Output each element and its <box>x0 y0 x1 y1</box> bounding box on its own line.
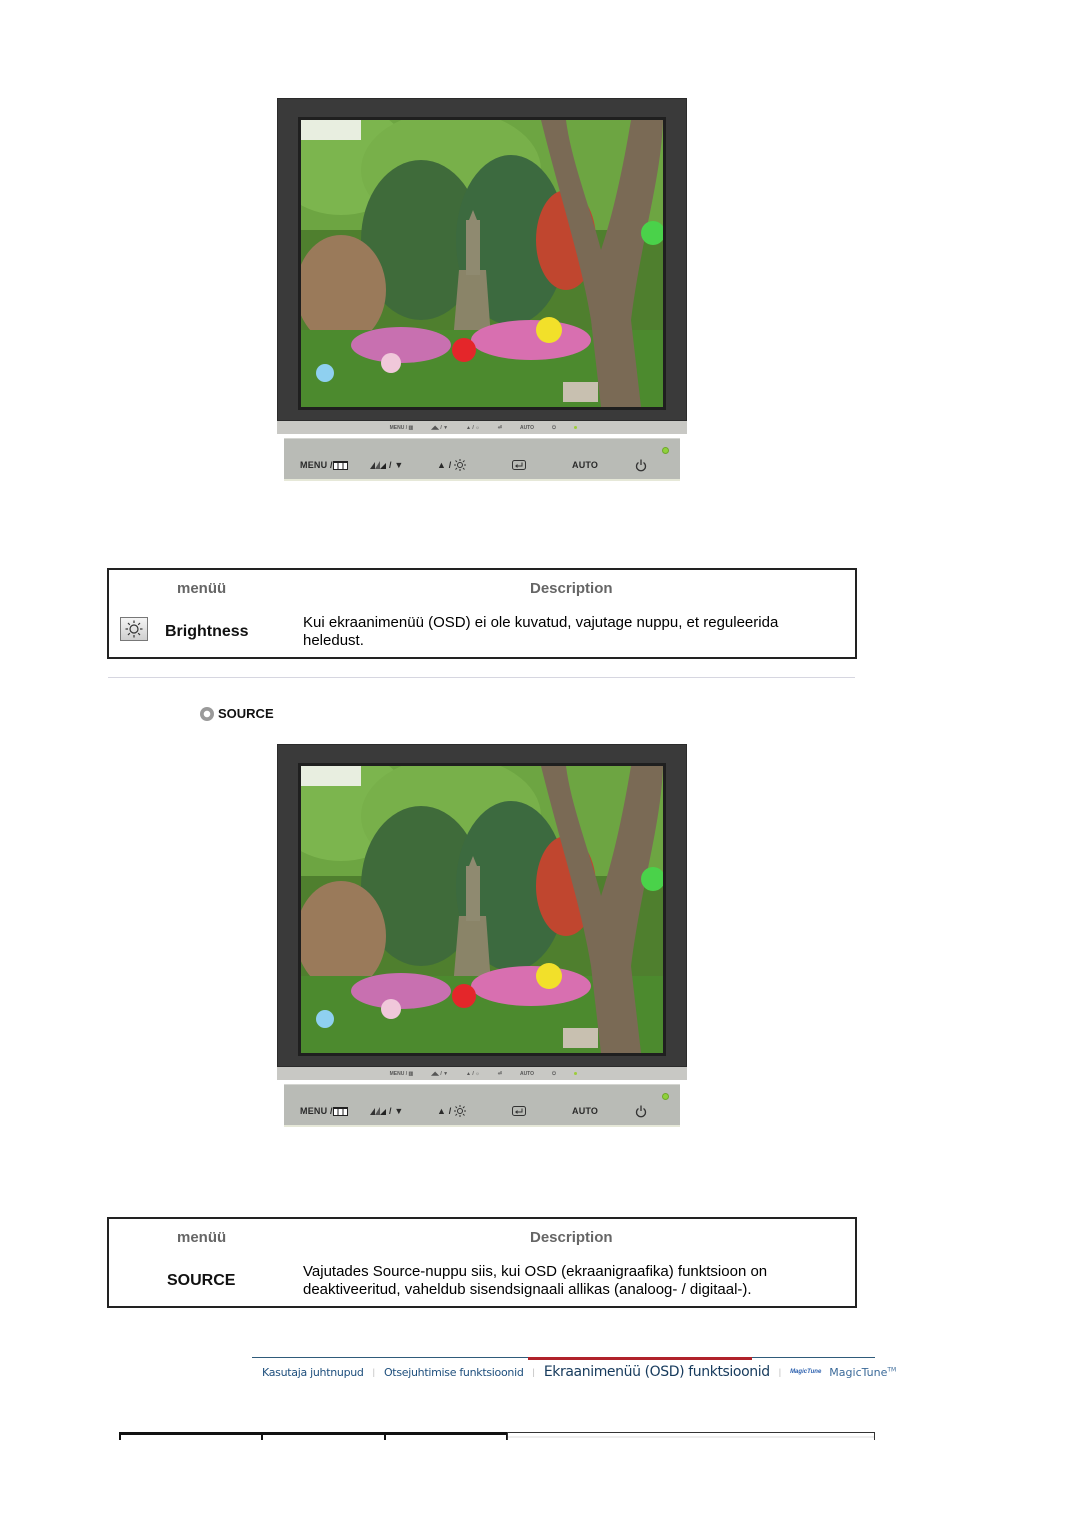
monitor-illustration-brightness: MENU / ▥ ◢◣ / ▼ ▲ / ☼ ⏎ AUTO ⏻ MENU / / … <box>277 98 687 483</box>
nav-separator: | <box>778 1367 782 1377</box>
brightness-description: Kui ekraanimenüü (OSD) ei ole kuvatud, v… <box>303 614 779 649</box>
power-led <box>663 1094 668 1099</box>
brightness-sun-icon <box>120 617 148 641</box>
strip-label-brightness: ▲ / ☼ <box>466 1070 480 1077</box>
garden-photo <box>301 766 663 1053</box>
footer-tab-cell <box>384 1432 507 1440</box>
auto-button[interactable]: AUTO <box>572 1104 598 1118</box>
magicbright-icon <box>370 1107 386 1115</box>
footer-tab-cell <box>507 1432 875 1440</box>
menu-item-brightness: Brightness <box>165 623 249 640</box>
menu-item-source: SOURCE <box>167 1272 236 1289</box>
nav-separator: | <box>532 1367 535 1377</box>
enter-icon <box>512 460 526 470</box>
power-button[interactable] <box>635 1104 647 1118</box>
enter-source-button[interactable] <box>512 1104 526 1118</box>
monitor-screen-photo <box>298 117 666 410</box>
control-panel-closeup: MENU / / ▼ ▲ / AUTO <box>284 438 680 481</box>
bottom-navigation: Kasutaja juhtnupud | Otsejuhtimise funkt… <box>252 1357 896 1387</box>
brightness-icon <box>453 459 466 471</box>
auto-button-label: AUTO <box>572 460 599 470</box>
column-header-menu: menüü <box>177 1229 227 1246</box>
enter-icon <box>512 1106 526 1116</box>
strip-label-enter: ⏎ <box>497 424 502 431</box>
column-header-description: Description <box>530 1229 613 1246</box>
power-button[interactable] <box>635 458 647 472</box>
power-led <box>663 448 668 453</box>
up-brightness-label: ▲ / <box>437 460 452 470</box>
magicbright-down-label: / ▼ <box>389 460 404 470</box>
footer-table-edge <box>119 1432 875 1440</box>
strip-label-menu: MENU / ▥ <box>389 1070 414 1077</box>
source-section-heading: SOURCE <box>200 706 274 721</box>
monitor-front-strip: MENU / ▥ ◢◣ / ▼ ▲ / ☼ ⏎ AUTO ⏻ <box>277 1067 687 1080</box>
strip-label-magicbright: ◢◣ / ▼ <box>431 424 449 431</box>
enter-source-button[interactable] <box>512 458 526 472</box>
monitor-bezel <box>277 744 687 1067</box>
strip-label-magicbright: ◢◣ / ▼ <box>431 1070 449 1077</box>
source-info-table: menüü Description SOURCE Vajutades Sourc… <box>107 1217 857 1308</box>
column-header-description: Description <box>530 580 613 597</box>
magicbright-down-button[interactable]: / ▼ <box>370 458 404 472</box>
strip-label-menu: MENU / ▥ <box>389 424 414 431</box>
magicbright-down-label: / ▼ <box>389 1106 404 1116</box>
nav-link-direct-functions[interactable]: Otsejuhtimise funktsioonid <box>384 1366 524 1379</box>
strip-power-led <box>574 1072 577 1075</box>
circle-bullet-icon <box>200 706 214 721</box>
up-brightness-button[interactable]: ▲ / <box>437 1104 466 1118</box>
nav-active-indicator <box>528 1357 752 1360</box>
source-heading-text: SOURCE <box>218 706 274 721</box>
monitor-front-strip: MENU / ▥ ◢◣ / ▼ ▲ / ☼ ⏎ AUTO ⏻ <box>277 421 687 434</box>
menu-grid-icon <box>332 460 348 470</box>
monitor-screen-photo <box>298 763 666 1056</box>
up-brightness-button[interactable]: ▲ / <box>437 458 466 472</box>
strip-label-power: ⏻ <box>552 1070 556 1077</box>
column-header-menu: menüü <box>177 580 227 597</box>
section-divider <box>108 677 855 678</box>
monitor-illustration-source: MENU / ▥ ◢◣ / ▼ ▲ / ☼ ⏎ AUTO ⏻ MENU / / … <box>277 744 687 1129</box>
power-icon <box>635 1105 647 1117</box>
footer-tab-cell <box>119 1432 261 1440</box>
magicbright-icon <box>370 461 386 469</box>
menu-grid-icon <box>332 1106 348 1116</box>
footer-tab-cell <box>261 1432 384 1440</box>
magicbright-down-button[interactable]: / ▼ <box>370 1104 404 1118</box>
auto-button-label: AUTO <box>572 1106 599 1116</box>
strip-label-auto: AUTO <box>519 1070 535 1077</box>
strip-label-auto: AUTO <box>519 424 535 431</box>
strip-label-enter: ⏎ <box>497 1070 502 1077</box>
brightness-icon <box>453 1105 466 1117</box>
nav-link-magictune[interactable]: MagicTuneTM <box>829 1366 896 1379</box>
menu-button[interactable]: MENU / <box>300 458 348 472</box>
nav-link-osd-functions[interactable]: Ekraanimenüü (OSD) funktsioonid <box>544 1364 770 1380</box>
strip-label-power: ⏻ <box>552 424 556 431</box>
trademark-mark: TM <box>887 1365 897 1373</box>
source-description: Vajutades Source-nuppu siis, kui OSD (ek… <box>303 1263 768 1298</box>
brightness-info-table: menüü Description Brightness Kui ekraani… <box>107 568 857 659</box>
control-panel-closeup: MENU / / ▼ ▲ / AUTO <box>284 1084 680 1127</box>
strip-power-led <box>574 426 577 429</box>
magictune-label: MagicTune <box>829 1365 888 1379</box>
power-icon <box>635 459 647 471</box>
up-brightness-label: ▲ / <box>437 1106 452 1116</box>
strip-label-brightness: ▲ / ☼ <box>466 424 480 431</box>
nav-link-user-controls[interactable]: Kasutaja juhtnupud <box>262 1366 364 1379</box>
nav-separator: | <box>372 1367 375 1377</box>
menu-button-label: MENU / <box>300 460 333 470</box>
garden-photo <box>301 120 663 407</box>
menu-button[interactable]: MENU / <box>300 1104 348 1118</box>
menu-button-label: MENU / <box>300 1106 333 1116</box>
auto-button[interactable]: AUTO <box>572 458 598 472</box>
monitor-bezel <box>277 98 687 421</box>
magictune-logo-icon: MagicTune <box>790 1369 822 1375</box>
